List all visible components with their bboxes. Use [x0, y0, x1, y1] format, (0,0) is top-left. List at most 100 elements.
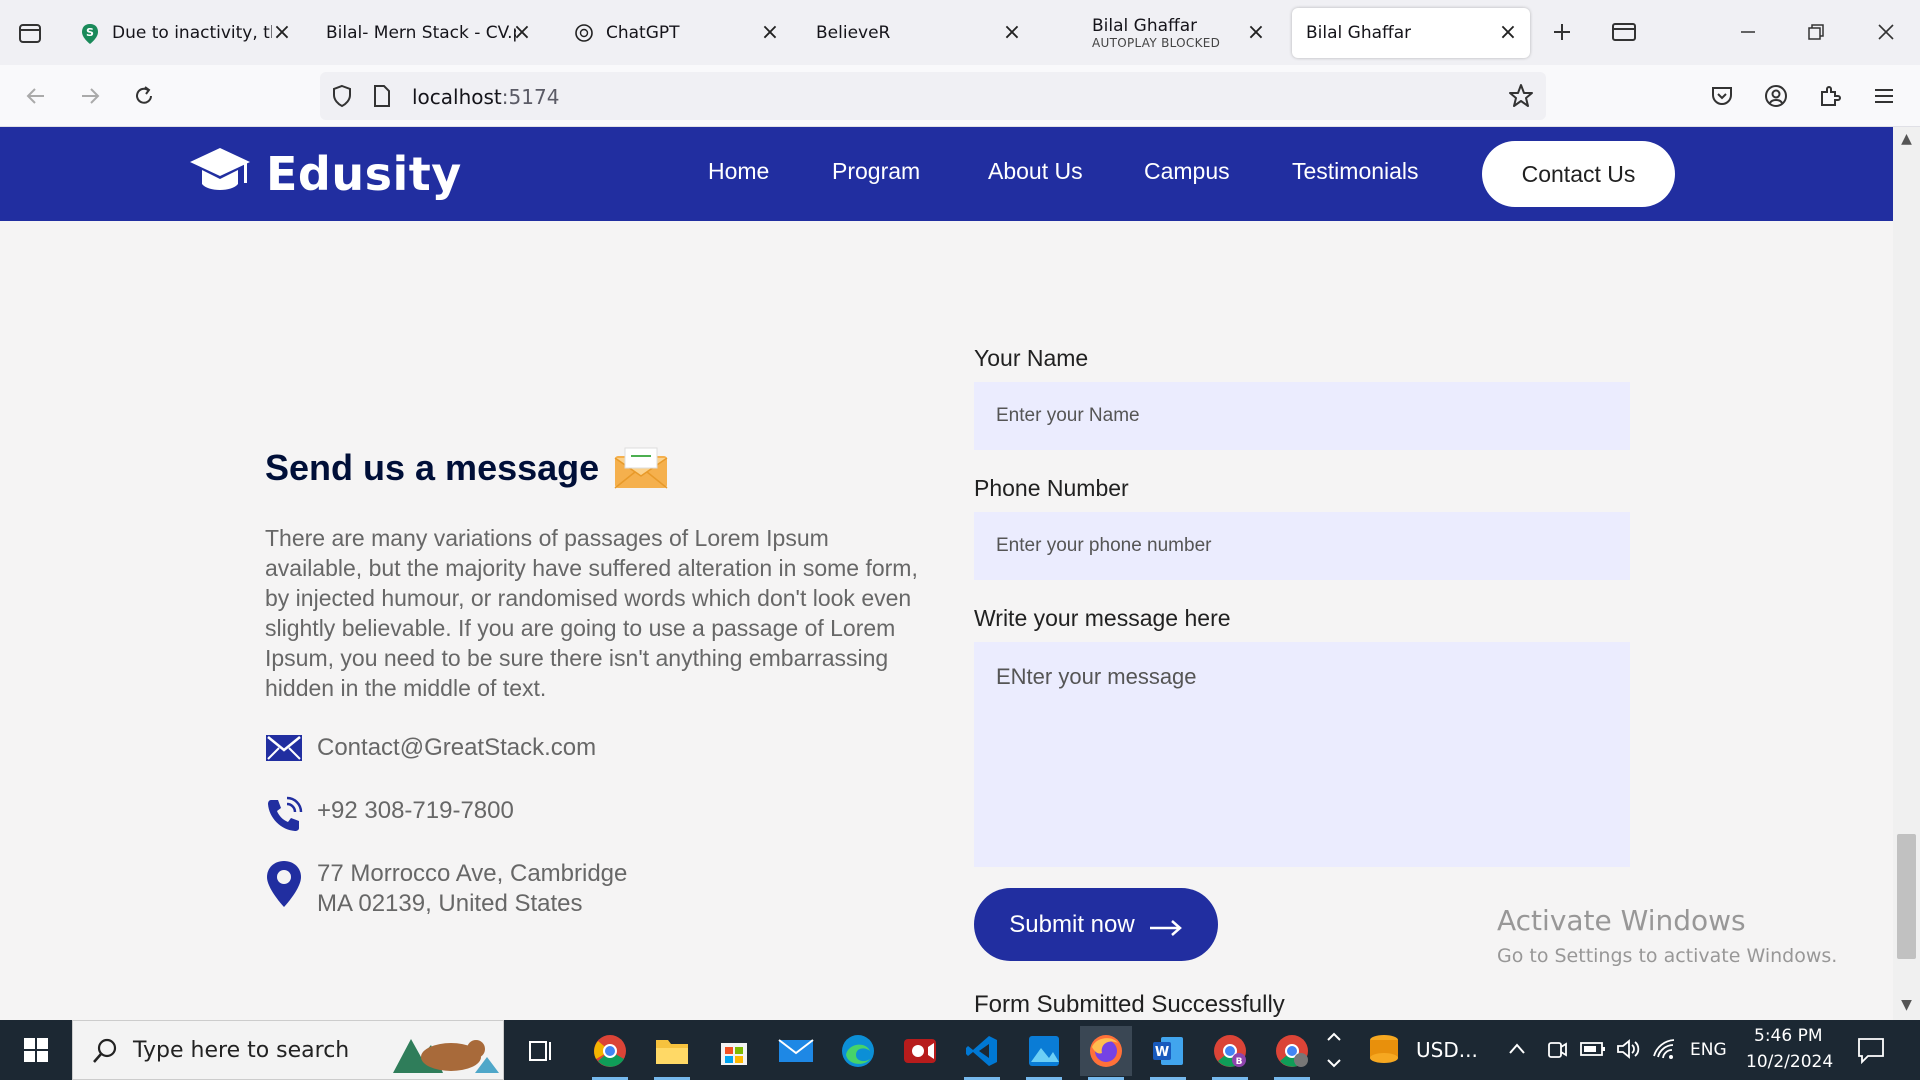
url-text[interactable]: localhost:5174 — [412, 85, 559, 109]
contact-address-row: 77 Morrocco Ave, Cambridge MA 02139, Uni… — [265, 859, 627, 919]
close-icon[interactable]: × — [510, 21, 534, 45]
weather-widget-text[interactable]: USD... — [1416, 1038, 1478, 1062]
contact-us-button[interactable]: Contact Us — [1482, 141, 1675, 207]
wifi-icon[interactable] — [1652, 1038, 1676, 1064]
name-input[interactable] — [974, 382, 1630, 450]
contact-section: Send us a message There are many variati… — [0, 221, 1893, 1020]
url-host: localhost — [412, 85, 502, 109]
photos-app-icon[interactable] — [1018, 1026, 1070, 1080]
page-info-icon[interactable] — [372, 84, 392, 112]
meet-now-icon[interactable] — [1546, 1038, 1568, 1064]
close-icon[interactable]: × — [1496, 21, 1520, 45]
word-icon[interactable]: W — [1142, 1026, 1194, 1080]
envelope-icon — [613, 446, 669, 490]
account-icon[interactable] — [1758, 78, 1794, 114]
clock-time[interactable]: 5:46 PM — [1754, 1026, 1823, 1046]
phone-input[interactable] — [974, 512, 1630, 580]
usd-coins-icon[interactable] — [1366, 1032, 1402, 1072]
nav-about-us[interactable]: About Us — [988, 158, 1083, 185]
notifications-icon[interactable] — [1856, 1036, 1886, 1068]
location-pin-icon — [265, 859, 303, 907]
input-language[interactable]: ENG — [1690, 1040, 1727, 1060]
extensions-icon[interactable] — [1812, 78, 1848, 114]
taskbar-overflow-icon[interactable] — [1324, 1028, 1344, 1076]
file-explorer-icon[interactable] — [646, 1026, 698, 1080]
svg-text:B: B — [1236, 1057, 1243, 1067]
show-hidden-icons-icon[interactable] — [1508, 1040, 1526, 1062]
minimize-icon[interactable] — [1728, 14, 1768, 50]
browser-tab-strip: S Due to inactivity, the × Bilal- Mern S… — [0, 0, 1920, 65]
tab-inactivity[interactable]: S Due to inactivity, the × — [66, 8, 304, 58]
scroll-up-icon[interactable]: ▲ — [1898, 131, 1915, 148]
nav-home[interactable]: Home — [708, 158, 769, 185]
tab-bilal-ghaffar-autoplay[interactable]: Bilal Ghaffar AUTOPLAY BLOCKED × — [1078, 8, 1278, 58]
clock-date[interactable]: 10/2/2024 — [1746, 1052, 1833, 1072]
tab-bilal-ghaffar-active[interactable]: Bilal Ghaffar × — [1292, 8, 1530, 58]
shield-dollar-icon: S — [80, 23, 100, 44]
tab-chatgpt[interactable]: ChatGPT × — [560, 8, 792, 58]
task-view-icon[interactable] — [514, 1026, 566, 1076]
site-logo[interactable]: Edusity — [188, 145, 462, 203]
taskbar-search[interactable]: Type here to search — [72, 1020, 504, 1080]
chrome-profile-icon[interactable] — [1266, 1026, 1318, 1080]
edge-icon[interactable] — [832, 1026, 884, 1076]
windows-taskbar: Type here to search W B USD... ENG 5:46 … — [0, 1020, 1920, 1080]
tab-title: ChatGPT — [606, 23, 680, 43]
submit-label: Submit now — [1009, 910, 1135, 938]
activate-windows-watermark: Activate Windows Go to Settings to activ… — [1497, 904, 1837, 967]
submit-button[interactable]: Submit now — [974, 888, 1218, 961]
close-icon[interactable]: × — [1000, 21, 1024, 45]
graduation-cap-icon — [188, 144, 252, 204]
url-bar[interactable]: localhost:5174 — [320, 72, 1546, 120]
chrome-icon[interactable] — [584, 1026, 636, 1080]
contact-email-row: Contact@GreatStack.com — [265, 733, 596, 771]
scroll-down-icon[interactable]: ▼ — [1898, 997, 1915, 1014]
tab-title: BelieveR — [816, 23, 891, 43]
screen-recorder-icon[interactable] — [894, 1026, 946, 1076]
back-icon[interactable] — [18, 78, 54, 114]
volume-icon[interactable] — [1616, 1038, 1640, 1064]
window-view-icon[interactable] — [1604, 14, 1644, 50]
contact-address: 77 Morrocco Ave, Cambridge MA 02139, Uni… — [317, 859, 627, 919]
firefox-icon[interactable] — [1080, 1026, 1132, 1080]
message-label: Write your message here — [974, 605, 1231, 631]
forward-icon[interactable] — [72, 78, 108, 114]
chrome-profile-b-icon[interactable]: B — [1204, 1026, 1256, 1080]
new-tab-icon[interactable] — [1542, 14, 1582, 50]
tracking-shield-icon[interactable] — [330, 84, 354, 112]
logo-text: Edusity — [266, 147, 462, 201]
mail-app-icon[interactable] — [770, 1026, 822, 1076]
pocket-icon[interactable] — [1704, 78, 1740, 114]
contact-heading: Send us a message — [265, 446, 669, 490]
nav-program[interactable]: Program — [832, 158, 920, 185]
tab-believer[interactable]: BelieveR × — [802, 8, 1034, 58]
nav-testimonials[interactable]: Testimonials — [1292, 158, 1419, 185]
restore-icon[interactable] — [1796, 14, 1836, 50]
contact-description: There are many variations of passages of… — [265, 525, 918, 701]
reload-icon[interactable] — [126, 78, 162, 114]
tab-title: Bilal Ghaffar — [1306, 23, 1412, 43]
browser-toolbar: localhost:5174 — [0, 65, 1920, 127]
page-scrollbar[interactable]: ▲ ▼ — [1893, 127, 1920, 1020]
tab-cv[interactable]: Bilal- Mern Stack - CV.p × — [312, 8, 544, 58]
contact-heading-text: Send us a message — [265, 447, 600, 488]
close-icon[interactable]: × — [758, 21, 782, 45]
vscode-icon[interactable] — [956, 1026, 1008, 1080]
message-textarea[interactable] — [974, 642, 1630, 867]
tab-list-icon[interactable] — [14, 19, 46, 47]
close-icon[interactable]: × — [1244, 21, 1268, 45]
menu-icon[interactable] — [1866, 78, 1902, 114]
windows-start-icon[interactable] — [0, 1020, 72, 1080]
autoplay-blocked-label: AUTOPLAY BLOCKED — [1092, 36, 1221, 50]
scroll-thumb[interactable] — [1897, 834, 1916, 959]
arrow-right-icon — [1149, 916, 1183, 936]
search-icon — [91, 1037, 119, 1069]
nav-campus[interactable]: Campus — [1144, 158, 1230, 185]
battery-icon[interactable] — [1580, 1040, 1606, 1062]
microsoft-store-icon[interactable] — [708, 1026, 760, 1076]
chatgpt-icon — [574, 23, 594, 43]
close-window-icon[interactable] — [1866, 14, 1906, 50]
bookmark-star-icon[interactable] — [1508, 83, 1534, 113]
search-placeholder: Type here to search — [133, 1038, 350, 1063]
close-icon[interactable]: × — [270, 21, 294, 45]
